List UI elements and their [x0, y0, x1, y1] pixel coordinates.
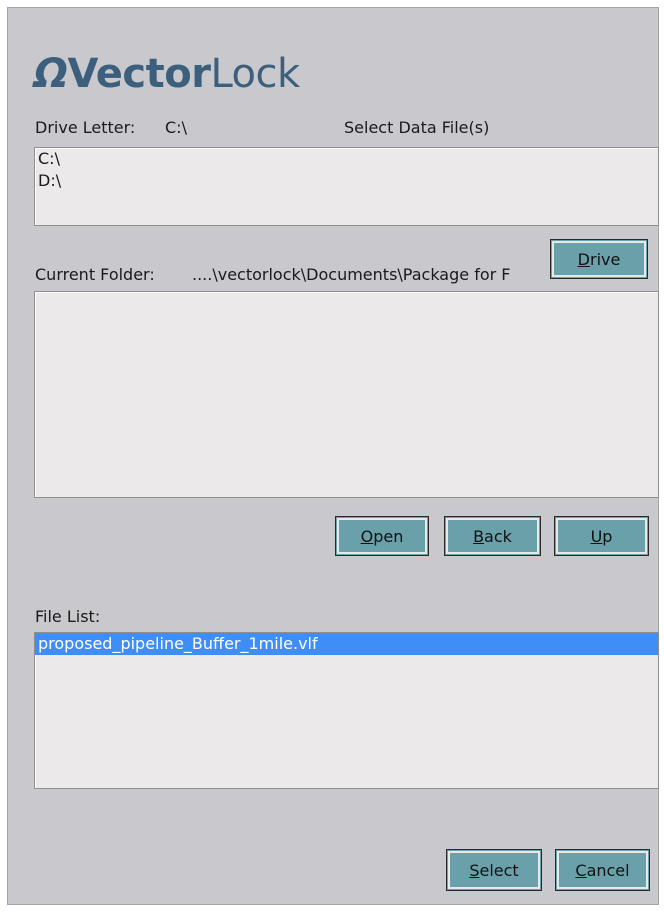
open-button[interactable]: Open — [335, 516, 429, 556]
current-folder-path: ....\vectorlock\Documents\Package for F — [192, 265, 511, 284]
select-button[interactable]: Select — [446, 849, 542, 891]
select-button-label: elect — [479, 860, 519, 880]
drive-letter-value: C:\ — [165, 118, 187, 137]
cancel-button-label: ancel — [586, 860, 630, 880]
cancel-button-mnemonic: C — [575, 860, 587, 880]
up-button[interactable]: Up — [554, 516, 649, 556]
file-select-dialog: Ω Vector Lock Drive Letter: C:\ Select Dat… — [7, 7, 659, 905]
vectorlock-logo-light: Lock — [210, 51, 300, 97]
open-button-mnemonic: O — [360, 526, 374, 546]
current-folder-label: Current Folder: — [35, 265, 155, 284]
drive-letter-label: Drive Letter: — [35, 118, 136, 137]
drive-listbox[interactable]: C:\ D:\ — [34, 147, 659, 226]
up-button-mnemonic: U — [590, 526, 603, 546]
back-button[interactable]: Back — [444, 516, 541, 556]
open-button-label: pen — [373, 526, 404, 546]
cancel-button[interactable]: Cancel — [555, 849, 650, 891]
drive-list-item[interactable]: C:\ — [35, 148, 658, 170]
file-list-label: File List: — [35, 607, 101, 626]
back-button-mnemonic: B — [473, 526, 485, 546]
select-button-mnemonic: S — [469, 860, 480, 880]
folder-listbox[interactable] — [34, 291, 659, 498]
vectorlock-logo-mark: Ω — [34, 51, 68, 97]
drive-button-mnemonic: D — [577, 249, 590, 269]
select-data-files-label: Select Data File(s) — [344, 118, 490, 137]
back-button-label: ack — [484, 526, 512, 546]
up-button-label: p — [602, 526, 613, 546]
vectorlock-logo-bold: Vector — [67, 51, 211, 97]
file-listbox[interactable]: proposed_pipeline_Buffer_1mile.vlf — [34, 632, 659, 789]
file-list-item[interactable]: proposed_pipeline_Buffer_1mile.vlf — [35, 633, 658, 655]
vectorlock-logo: Ω Vector Lock — [34, 44, 300, 94]
drive-button[interactable]: Drive — [550, 239, 648, 279]
drive-list-item[interactable]: D:\ — [35, 170, 658, 192]
drive-button-label: rive — [589, 249, 621, 269]
